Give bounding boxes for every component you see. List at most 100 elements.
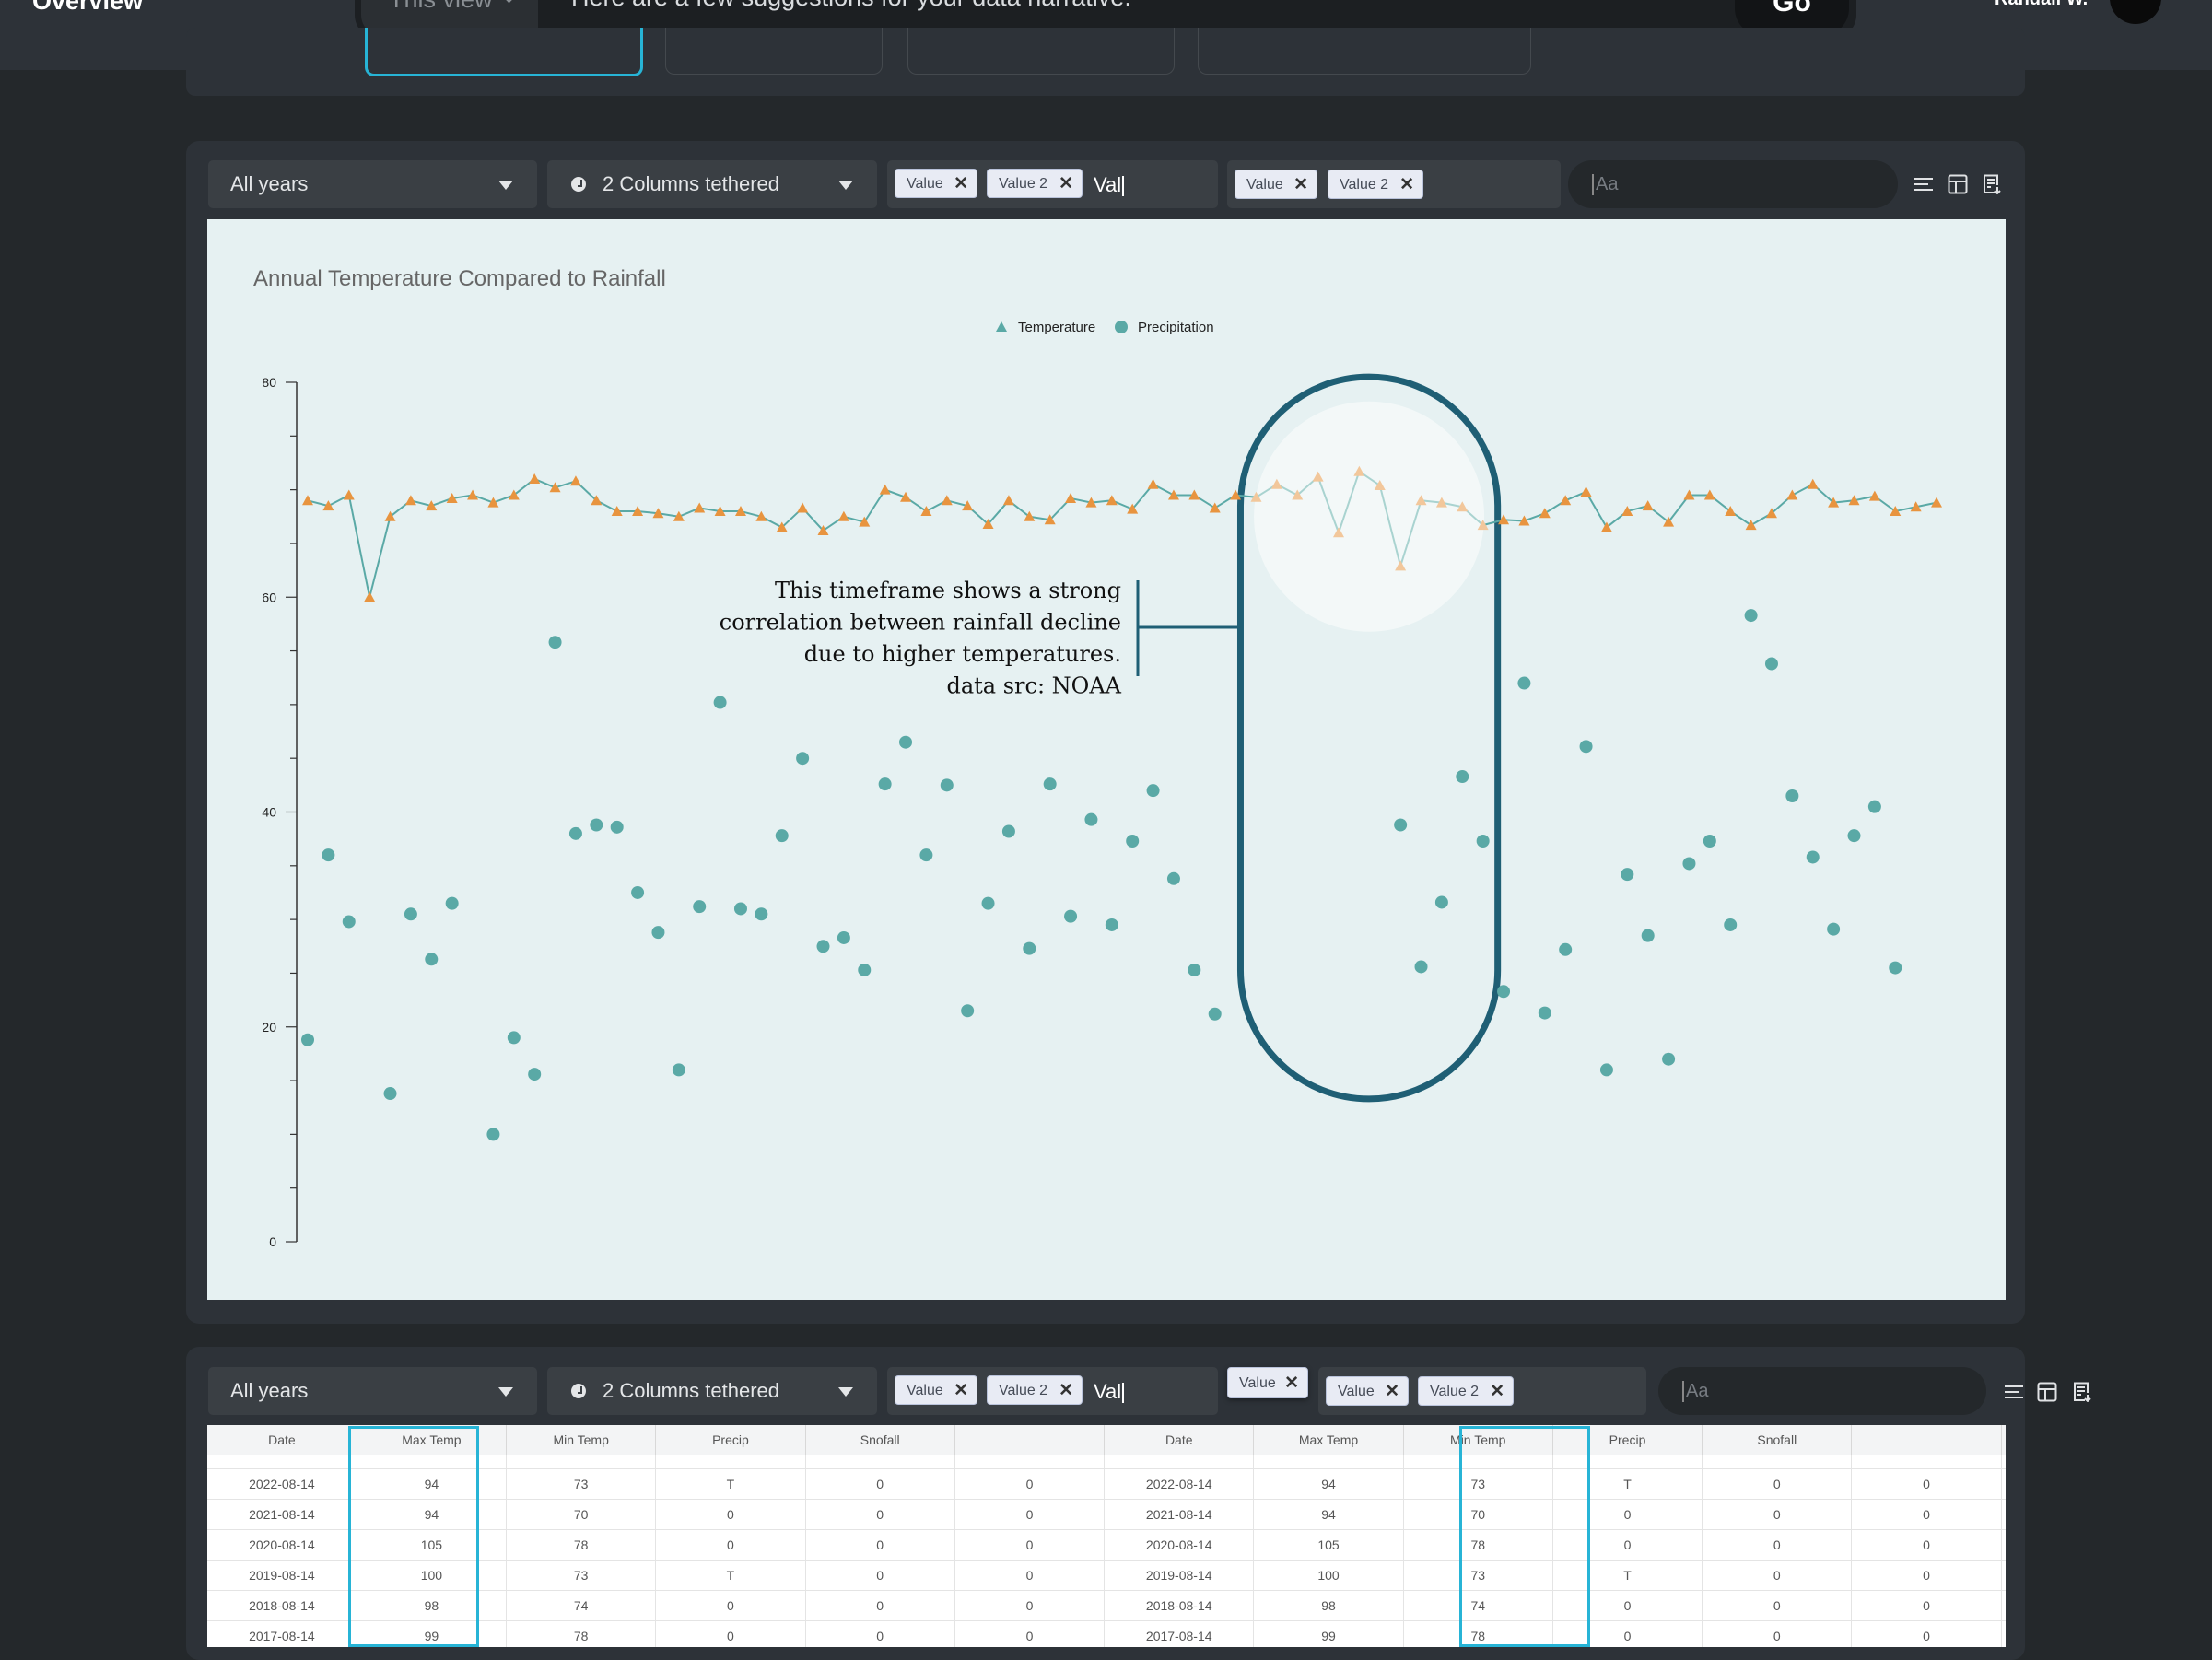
filter-typed-text[interactable]: Val [1094, 1380, 1124, 1404]
user-name: Randall W. [1995, 0, 2088, 10]
remove-icon[interactable]: ✕ [1293, 170, 1308, 200]
search-input[interactable]: Aa [1658, 1367, 1986, 1415]
precipitation-point [878, 777, 892, 791]
precipitation-point [1208, 1007, 1222, 1021]
remove-icon[interactable]: ✕ [1490, 1377, 1504, 1407]
table-cell: 0 [1851, 1590, 2002, 1621]
remove-icon[interactable]: ✕ [1385, 1377, 1399, 1407]
columns-filter-label: 2 Columns tethered [603, 172, 779, 195]
precipitation-point [568, 826, 582, 840]
value-filter-input[interactable]: Value ✕ Value 2 ✕ Val [887, 160, 1218, 208]
dragging-value-chip[interactable]: Value ✕ [1227, 1367, 1308, 1398]
value-chip[interactable]: Value 2 ✕ [1328, 170, 1423, 199]
value-chip[interactable]: Value ✕ [1326, 1376, 1409, 1406]
value-filter-input-2[interactable]: Value ✕ Value 2 ✕ [1318, 1367, 1646, 1415]
precipitation-point [1744, 609, 1758, 623]
table-cell: 2022-08-14 [2001, 1468, 2006, 1500]
columns-filter-dropdown[interactable]: 2 Columns tethered [547, 1367, 877, 1415]
precipitation-point [1806, 850, 1820, 864]
temperature-point [404, 495, 416, 506]
remove-icon[interactable]: ✕ [1284, 1368, 1299, 1399]
remove-icon[interactable]: ✕ [1059, 1376, 1073, 1406]
value-chip[interactable]: Value 2 ✕ [1418, 1376, 1514, 1406]
table-layout-icon[interactable] [1948, 174, 1968, 194]
precipitation-point [1538, 1006, 1551, 1020]
filter-typed-text[interactable]: Val [1094, 173, 1124, 197]
value-filter-input[interactable]: Value ✕ Value 2 ✕ Val [887, 1367, 1218, 1415]
temperature-point [1807, 478, 1819, 489]
legend-temperature-label: Temperature [1018, 320, 1095, 335]
precipitation-point [1105, 918, 1118, 931]
table-cell: 0 [1851, 1468, 2002, 1500]
year-filter-label: All years [230, 172, 309, 195]
spacer-cell [805, 1455, 955, 1469]
table-cell: 2022-08-14 [1104, 1468, 1255, 1500]
temperature-point [920, 505, 932, 516]
remove-icon[interactable]: ✕ [1059, 170, 1073, 199]
precipitation-point [322, 848, 335, 862]
tab-4[interactable] [1198, 28, 1531, 75]
temperature-point [1209, 502, 1221, 513]
column-header[interactable] [954, 1425, 1106, 1455]
precipitation-point [1724, 918, 1738, 931]
table-cell: 2022-08-14 [207, 1468, 357, 1500]
align-left-icon[interactable] [1914, 174, 1934, 194]
temperature-line-segment [369, 516, 392, 598]
column-header[interactable]: Max Temp [1253, 1425, 1404, 1455]
remove-icon[interactable]: ✕ [954, 170, 968, 199]
column-header[interactable]: Min Temp [506, 1425, 657, 1455]
precipitation-point [1641, 929, 1655, 942]
align-left-icon[interactable] [2004, 1382, 2024, 1402]
table-cell: 0 [1702, 1560, 1853, 1591]
table-cell: 2018-08-14 [1104, 1590, 1255, 1621]
year-filter-dropdown[interactable]: All years [208, 1367, 537, 1415]
value-chip[interactable]: Value 2 ✕ [987, 1375, 1083, 1405]
suggestion-text[interactable]: Here are a few suggestions for your data… [571, 0, 1131, 12]
precipitation-point [1889, 961, 1902, 975]
tab-2[interactable] [665, 28, 883, 75]
table-layout-icon[interactable] [2037, 1382, 2057, 1402]
value-chip[interactable]: Value ✕ [895, 1375, 977, 1405]
table-cell: 0 [1851, 1620, 2002, 1647]
precipitation-point [1414, 960, 1428, 974]
tab-3[interactable] [907, 28, 1175, 75]
column-header[interactable]: Snofall [1702, 1425, 1853, 1455]
column-header[interactable]: Date [207, 1425, 357, 1455]
precipitation-point [672, 1063, 685, 1077]
value-chip[interactable]: Value 2 ✕ [987, 169, 1083, 198]
tab-active[interactable] [365, 28, 643, 76]
table-cell: 0 [655, 1590, 806, 1621]
table-cell: 0 [954, 1529, 1106, 1561]
value-chip[interactable]: Value ✕ [895, 169, 977, 198]
precipitation-point [528, 1068, 542, 1081]
temperature-point [1580, 485, 1592, 497]
column-header[interactable]: Date [2001, 1425, 2006, 1455]
y-axis: 0 20 40 60 80 [262, 375, 298, 1249]
precipitation-point [1559, 942, 1573, 956]
value-filter-input-2[interactable]: Value ✕ Value 2 ✕ [1227, 160, 1561, 208]
column-header[interactable] [1851, 1425, 2002, 1455]
temperature-point [1931, 497, 1943, 508]
column-header[interactable]: Date [1104, 1425, 1255, 1455]
temperature-point [1147, 478, 1159, 489]
remove-icon[interactable]: ✕ [954, 1376, 968, 1406]
chevron-down-icon [501, 0, 517, 4]
precipitation-point [899, 735, 913, 749]
table-cell: 2020-08-14 [2001, 1529, 2006, 1561]
column-header[interactable]: Precip [655, 1425, 806, 1455]
caret-down-icon [498, 1387, 513, 1397]
table-cell: 2021-08-14 [207, 1499, 357, 1530]
value-chip[interactable]: Value ✕ [1235, 170, 1317, 199]
columns-filter-dropdown[interactable]: 2 Columns tethered [547, 160, 877, 208]
column-header[interactable]: Snofall [805, 1425, 955, 1455]
precipitation-point [486, 1128, 500, 1141]
table-cell: 0 [1851, 1499, 2002, 1530]
table-cell: 105 [1253, 1529, 1404, 1561]
temperature-series [302, 465, 1943, 602]
search-input[interactable]: Aa [1568, 160, 1898, 208]
export-document-icon[interactable] [1981, 174, 2001, 194]
year-filter-dropdown[interactable]: All years [208, 160, 537, 208]
remove-icon[interactable]: ✕ [1399, 170, 1414, 200]
export-document-icon[interactable] [2071, 1382, 2091, 1402]
table-cell: 2017-08-14 [207, 1620, 357, 1647]
